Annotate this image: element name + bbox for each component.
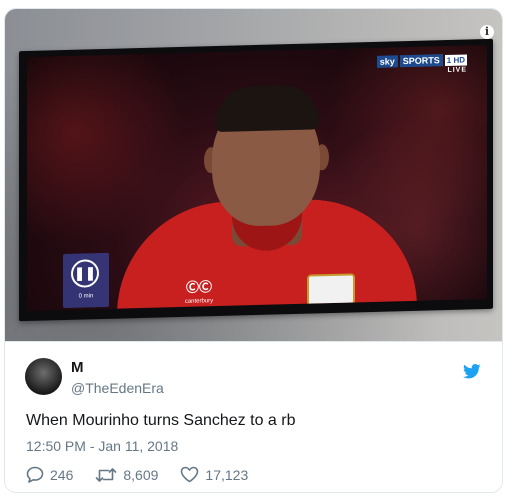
pause-duration: 0 min (78, 293, 94, 300)
retweet-button[interactable]: 8,609 (95, 467, 158, 483)
reply-icon (26, 466, 44, 483)
tweet-actions: 246 8,609 17,123 (26, 466, 270, 483)
canterbury-logo-text: canterbury (184, 298, 214, 305)
user-handle[interactable]: @TheEdenEra (71, 380, 164, 396)
twitter-bird-icon[interactable] (463, 364, 481, 379)
tv-screen: ⒸⒸ canterbury sky SPORTS 1 HD LIVE ❚❚ 0 … (27, 44, 487, 311)
reply-button[interactable]: 246 (26, 466, 73, 483)
sky-channel-number: 1 HD (444, 53, 467, 66)
pause-icon: ❚❚ (71, 259, 99, 288)
tweet-card[interactable]: ⒸⒸ canterbury sky SPORTS 1 HD LIVE ❚❚ 0 … (4, 8, 503, 493)
like-button[interactable]: 17,123 (180, 466, 248, 483)
sky-brand: sky (376, 55, 398, 68)
tweet-timestamp[interactable]: 12:50 PM - Jan 11, 2018 (26, 438, 178, 454)
sky-sports-logo: sky SPORTS 1 HD LIVE (376, 53, 467, 75)
retweet-count: 8,609 (123, 466, 159, 483)
retweet-icon (96, 467, 117, 482)
like-count: 17,123 (205, 466, 249, 483)
display-name[interactable]: M (71, 359, 84, 376)
tweet-body: M @TheEdenEra When Mourinho turns Sanche… (5, 341, 502, 492)
heart-icon (181, 466, 199, 483)
tweet-photo[interactable]: ⒸⒸ canterbury sky SPORTS 1 HD LIVE ❚❚ 0 … (5, 9, 502, 341)
pause-overlay: ❚❚ 0 min (63, 252, 109, 309)
info-icon[interactable]: i (480, 25, 494, 39)
live-label: LIVE (447, 66, 467, 74)
tweet-text: When Mourinho turns Sanchez to a rb (26, 412, 296, 429)
avatar[interactable] (25, 358, 62, 395)
sky-channel-name: SPORTS (399, 54, 443, 68)
television: ⒸⒸ canterbury sky SPORTS 1 HD LIVE ❚❚ 0 … (19, 38, 493, 322)
lions-crest (307, 273, 355, 311)
canterbury-logo: ⒸⒸ (185, 279, 212, 295)
reply-count: 246 (50, 466, 74, 483)
